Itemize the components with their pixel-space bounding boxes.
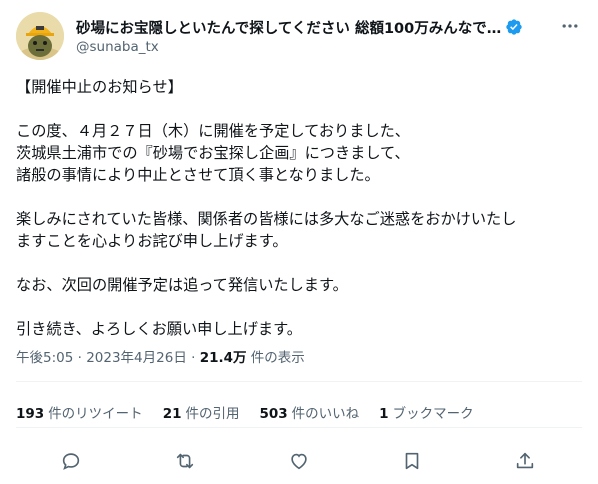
text-line: 楽しみにされていた皆様、関係者の皆様には多大なご迷惑をおかけいたし (16, 210, 517, 228)
handle[interactable]: @sunaba_tx (76, 39, 159, 55)
share-icon[interactable] (510, 446, 540, 476)
verified-badge-icon (506, 19, 522, 35)
quote-label: 件の引用 (185, 406, 240, 422)
retweet-label: 件のリツイート (48, 406, 143, 422)
retweet-icon[interactable] (170, 446, 200, 476)
text-line: 【開催中止のお知らせ】 (16, 78, 183, 96)
avatar[interactable] (16, 12, 64, 60)
bookmark-icon[interactable] (397, 446, 427, 476)
text-line: 引き続き、よろしくお願い申し上げます。 (16, 320, 302, 338)
retweet-count: 193 (16, 406, 45, 422)
like-label: 件のいいね (291, 406, 360, 422)
quote-count: 21 (162, 406, 182, 422)
divider (16, 427, 582, 428)
bookmark-count: 1 (379, 406, 389, 422)
timestamp[interactable]: 午後5:05 · 2023年4月26日 · (16, 350, 200, 366)
quote-stat[interactable]: 21 件の引用 (163, 402, 240, 422)
view-count: 21.4万 (199, 350, 247, 366)
text-line: ますことを心よりお詫び申し上げます。 (16, 232, 288, 250)
reply-icon[interactable] (56, 446, 86, 476)
name-row: 砂場にお宝隠しといたんで探してください 総額100万みんなで… (76, 16, 542, 38)
text-line: 諸般の事情により中止とさせて頂く事となりました。 (16, 166, 380, 184)
like-count: 503 (259, 406, 288, 422)
divider (16, 381, 582, 382)
more-icon[interactable] (558, 14, 582, 38)
engagement-stats: 193 件のリツイート 21 件の引用 503 件のいいね 1 ブックマーク (16, 402, 494, 422)
display-name[interactable]: 砂場にお宝隠しといたんで探してください 総額100万みんなで… (76, 17, 501, 38)
text-line: 茨城県土浦市での『砂場でお宝探し企画』につきまして、 (16, 144, 410, 162)
bookmark-stat[interactable]: 1 ブックマーク (379, 402, 473, 422)
view-label: 件の表示 (246, 350, 305, 366)
tweet: 砂場にお宝隠しといたんで探してください 総額100万みんなで… @sunaba_… (0, 0, 598, 484)
bookmark-label: ブックマーク (392, 406, 474, 422)
text-line: この度、４月２７日（木）に開催を予定しておりました、 (16, 122, 410, 140)
like-icon[interactable] (284, 446, 314, 476)
action-bar (0, 446, 598, 476)
tweet-meta: 午後5:05 · 2023年4月26日 · 21.4万 件の表示 (16, 346, 305, 366)
tweet-text: 【開催中止のお知らせ】 この度、４月２７日（木）に開催を予定しておりました、 茨… (16, 76, 582, 340)
like-stat[interactable]: 503 件のいいね (259, 402, 359, 422)
text-line: なお、次回の開催予定は追って発信いたします。 (16, 276, 348, 294)
retweet-stat[interactable]: 193 件のリツイート (16, 402, 143, 422)
tweet-header: 砂場にお宝隠しといたんで探してください 総額100万みんなで… @sunaba_… (16, 12, 582, 60)
